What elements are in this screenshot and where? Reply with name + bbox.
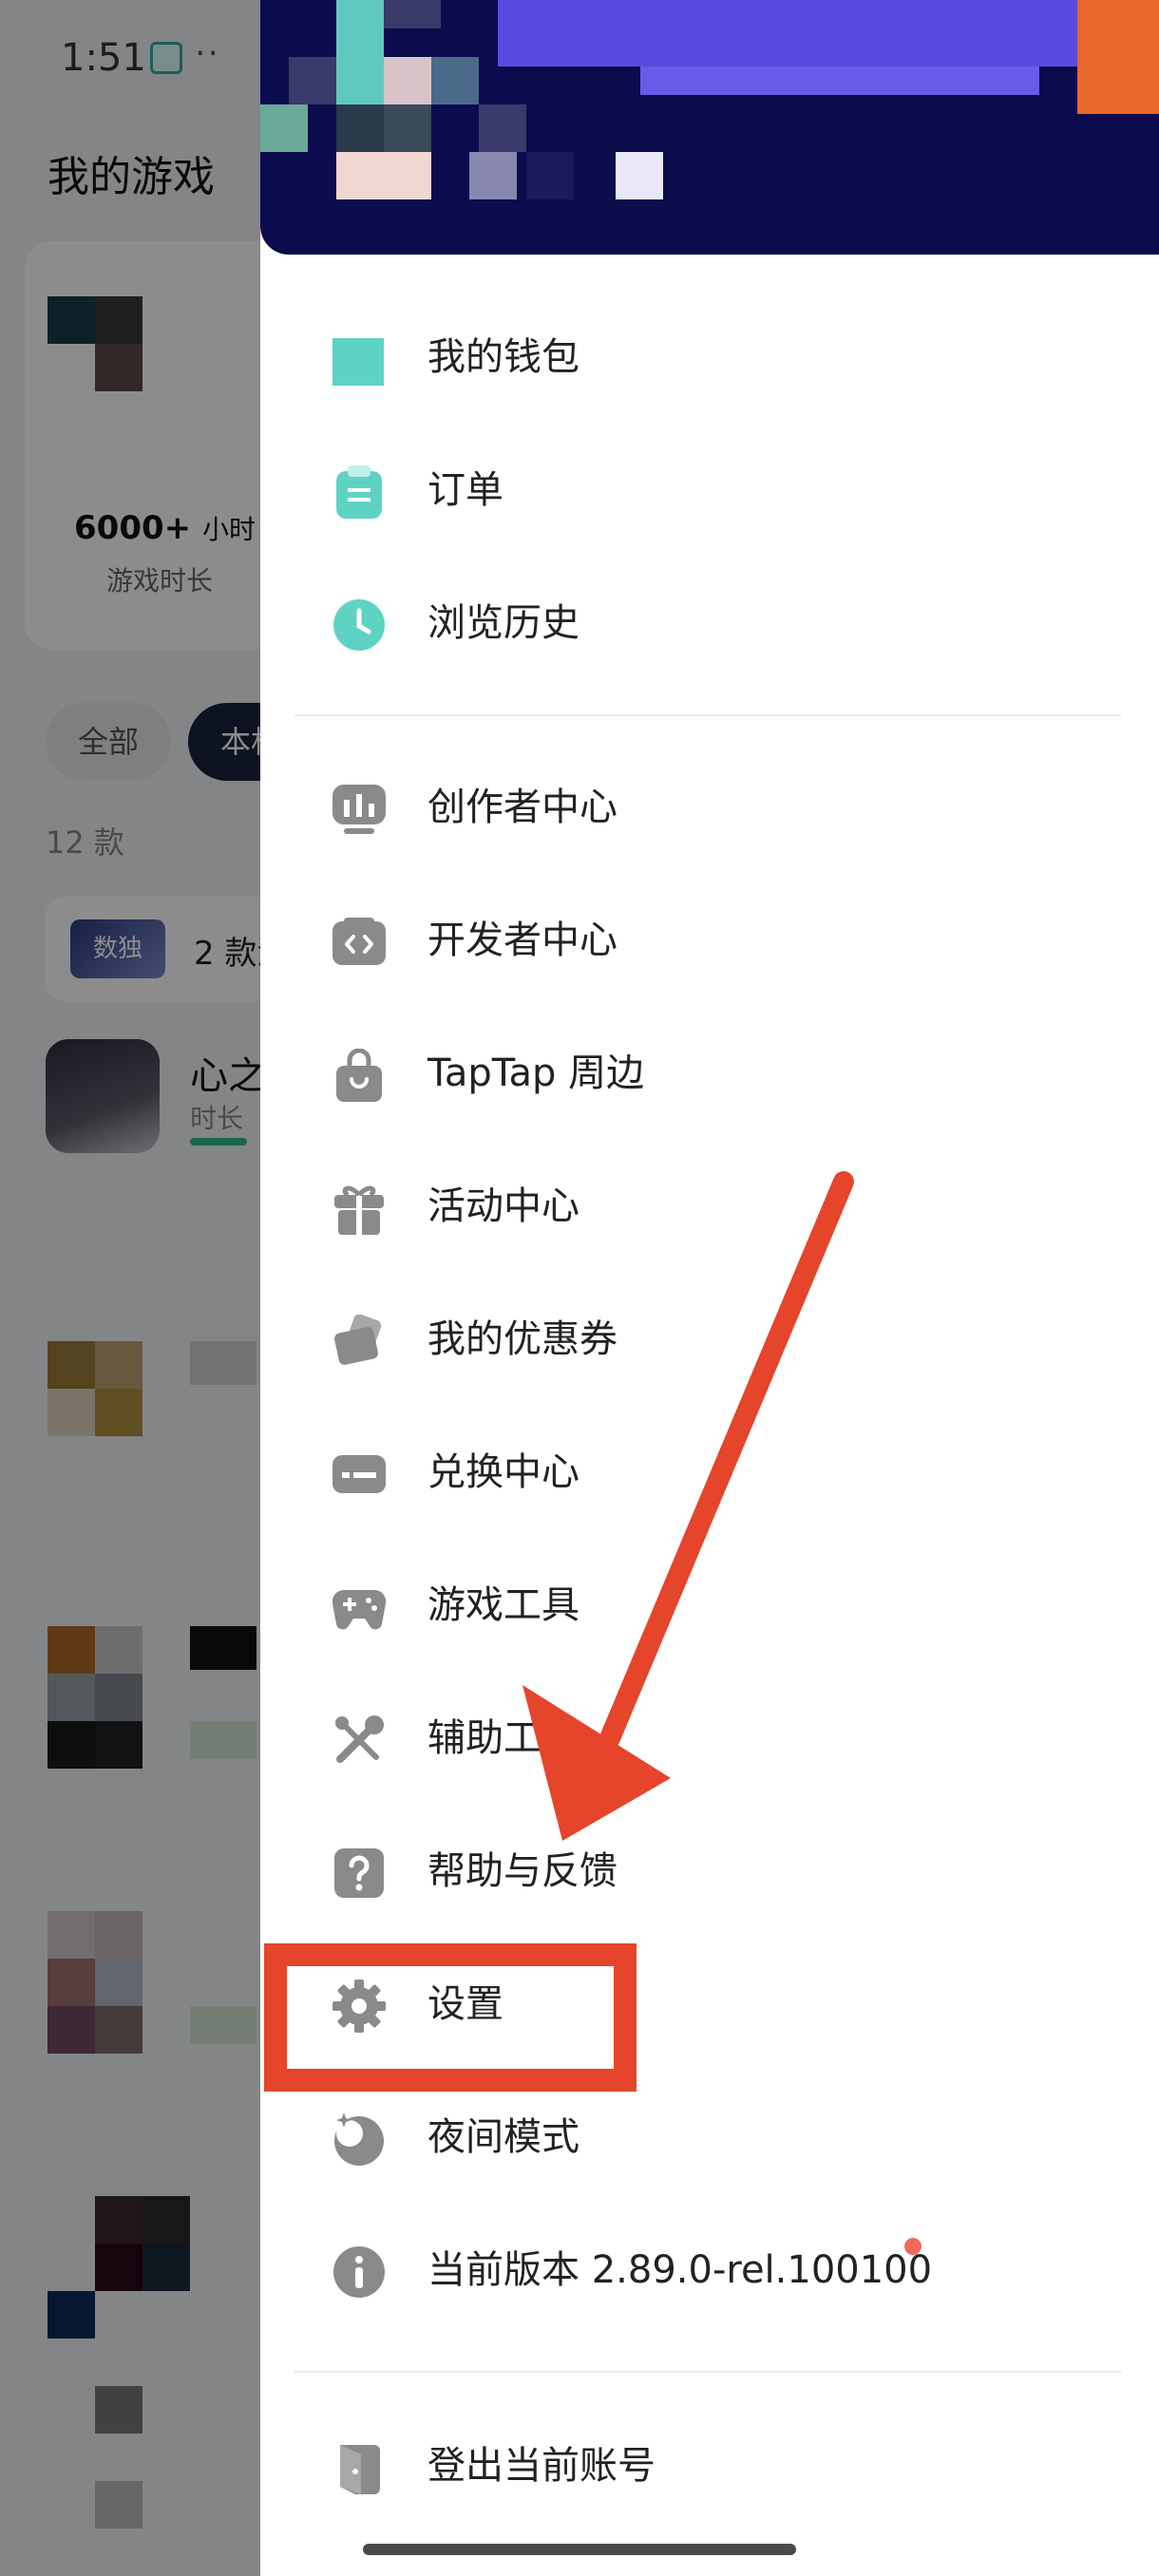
info-icon	[333, 2246, 385, 2298]
menu-item-label: TapTap 周边	[428, 1051, 645, 1095]
menu-item-label: 订单	[428, 468, 504, 512]
menu-item-label: 登出当前账号	[428, 2444, 656, 2488]
menu-item-label: 活动中心	[428, 1184, 580, 1228]
menu-item-history[interactable]: 浏览历史	[260, 566, 1159, 680]
menu-item-night-mode[interactable]: 夜间模式	[260, 2080, 1159, 2194]
clock-icon	[333, 599, 385, 651]
menu-item-help-feedback[interactable]: 帮助与反馈	[260, 1814, 1159, 1928]
menu-item-taptap-merch[interactable]: TapTap 周边	[260, 1016, 1159, 1130]
menu-item-current-version[interactable]: 当前版本 2.89.0-rel.100100	[260, 2213, 1159, 2327]
gift-icon	[334, 1185, 384, 1235]
menu-item-label: 夜间模式	[428, 2115, 580, 2159]
menu-item-label: 我的钱包	[428, 335, 580, 379]
menu-item-logout[interactable]: 登出当前账号	[260, 2409, 1159, 2523]
developer-icon	[332, 918, 386, 965]
menu-item-coupons[interactable]: 我的优惠券	[260, 1282, 1159, 1396]
moon-icon	[334, 2112, 384, 2166]
menu-item-assist-tools[interactable]: 辅助工具	[260, 1681, 1159, 1795]
wallet-icon	[332, 338, 384, 386]
menu-item-game-tools[interactable]: 游戏工具	[260, 1548, 1159, 1662]
menu-item-label: 浏览历史	[428, 601, 580, 645]
profile-banner[interactable]	[260, 0, 1159, 255]
help-icon	[334, 1848, 384, 1898]
menu-item-label: 创作者中心	[428, 786, 618, 829]
menu-item-label: 游戏工具	[428, 1583, 580, 1627]
home-indicator[interactable]	[363, 2544, 796, 2555]
divider	[294, 714, 1121, 716]
redeem-icon	[332, 1455, 386, 1493]
divider	[294, 2371, 1121, 2373]
tools-icon	[335, 1715, 384, 1763]
menu-item-redeem-center[interactable]: 兑换中心	[260, 1415, 1159, 1529]
coupon-icon	[334, 1315, 382, 1365]
side-drawer: 我的钱包 订单 浏览历史 创作者中心 开发者中心 TapTap 周边 活动中心 …	[260, 0, 1159, 2576]
menu-item-label: 当前版本 2.89.0-rel.100100	[428, 2248, 933, 2292]
logout-icon	[340, 2445, 380, 2494]
menu-item-developer-center[interactable]: 开发者中心	[260, 883, 1159, 997]
menu-item-orders[interactable]: 订单	[260, 433, 1159, 547]
menu-item-label: 辅助工具	[428, 1716, 580, 1760]
menu-item-label: 兑换中心	[428, 1450, 580, 1494]
menu-item-label: 开发者中心	[428, 919, 618, 962]
menu-item-label: 我的优惠券	[428, 1317, 618, 1361]
menu-item-wallet[interactable]: 我的钱包	[260, 300, 1159, 414]
gamepad-icon	[332, 1589, 386, 1630]
creator-icon	[332, 785, 386, 834]
menu-item-event-center[interactable]: 活动中心	[260, 1149, 1159, 1263]
menu-item-creator-center[interactable]: 创作者中心	[260, 750, 1159, 864]
shopping-bag-icon	[336, 1049, 382, 1102]
update-badge	[904, 2238, 922, 2255]
highlight-box	[264, 1943, 636, 2092]
menu-item-label: 帮助与反馈	[428, 1849, 618, 1893]
order-icon	[336, 465, 382, 519]
